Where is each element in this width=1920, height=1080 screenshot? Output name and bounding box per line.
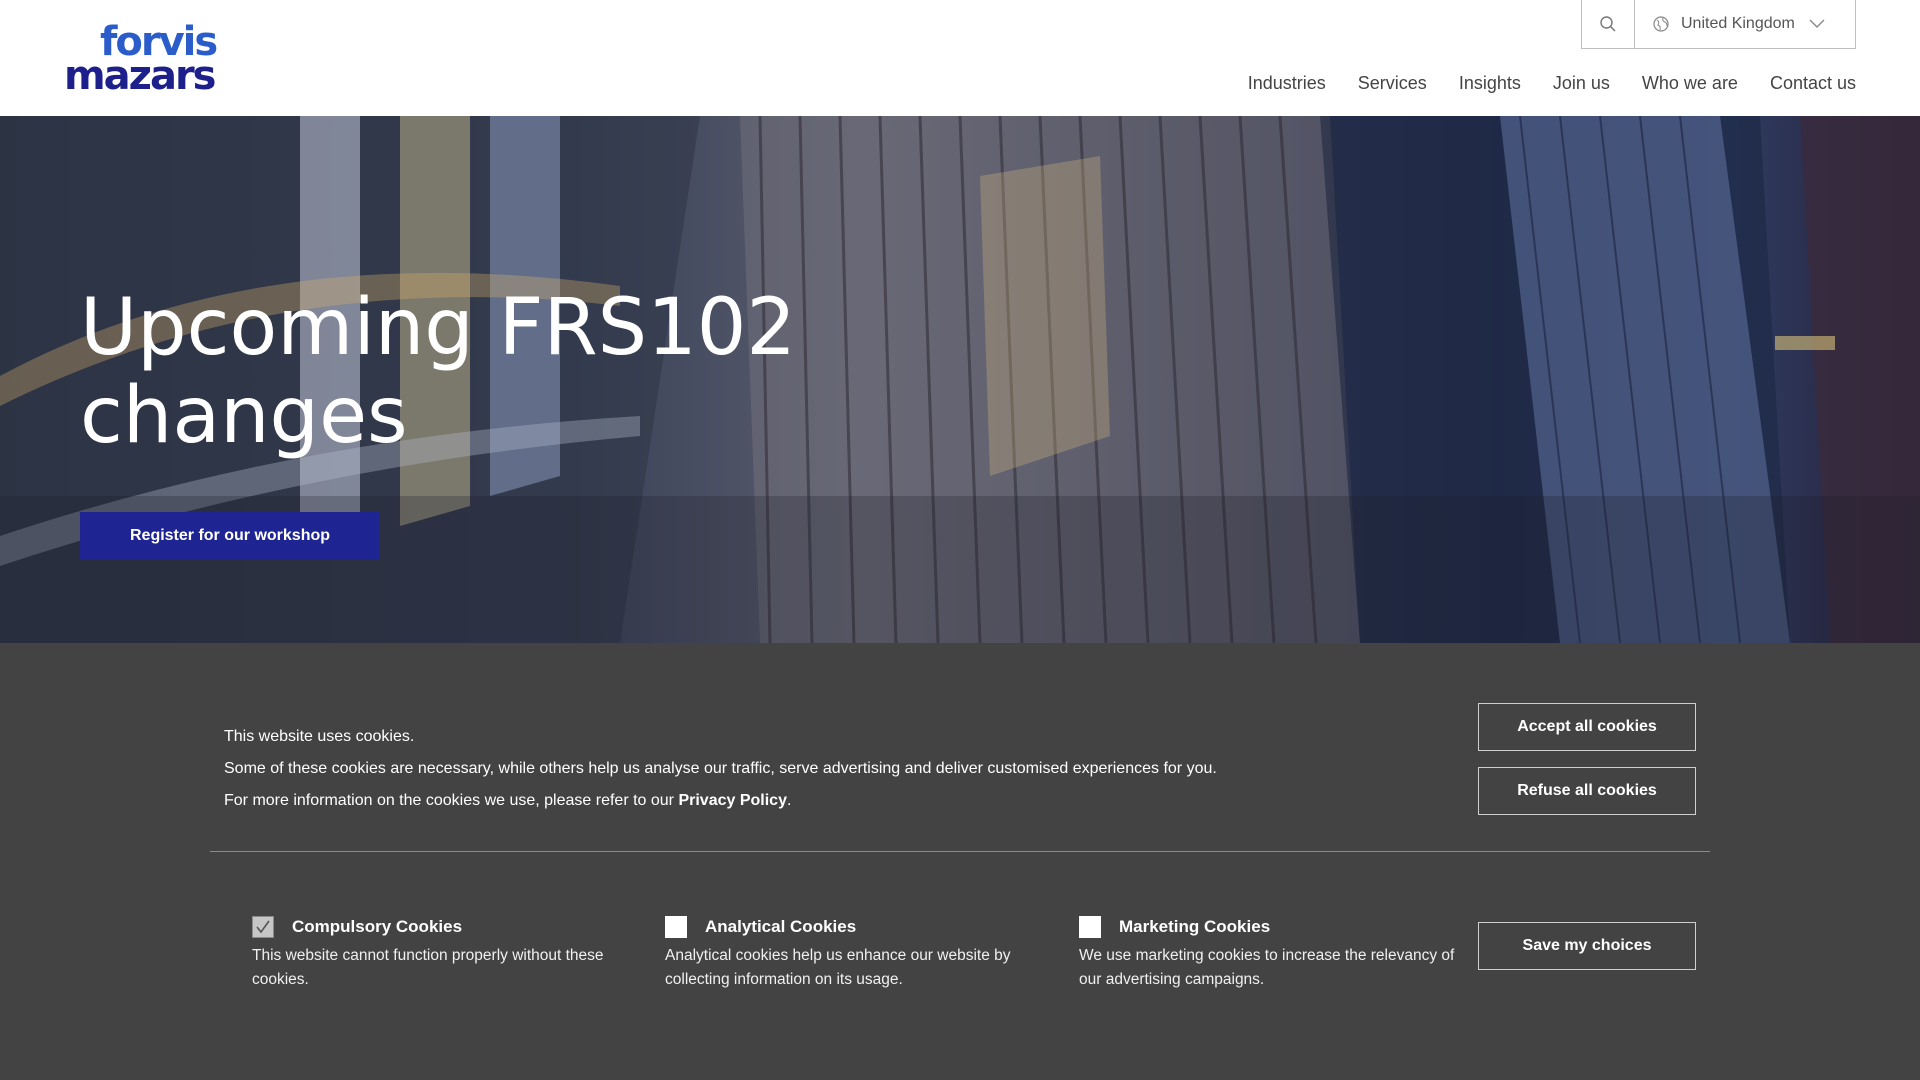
marketing-cookies-checkbox[interactable] (1079, 916, 1101, 938)
cookie-line-3-suffix: . (786, 792, 792, 809)
hero-title-line-2: changes (80, 371, 408, 461)
nav-item-insights[interactable]: Insights (1459, 73, 1521, 94)
hero-title: Upcoming FRS102 changes (80, 284, 840, 460)
analytical-cookies-title: Analytical Cookies (705, 917, 857, 936)
utility-bar: United Kingdom (1581, 0, 1856, 49)
refuse-all-cookies-button[interactable]: Refuse all cookies (1478, 767, 1696, 815)
cookie-line-1: This website uses cookies. (224, 728, 415, 745)
main-nav: Industries Services Insights Join us Who… (1248, 73, 1856, 94)
register-workshop-button[interactable]: Register for our workshop (80, 512, 380, 560)
accept-all-cookies-button[interactable]: Accept all cookies (1478, 703, 1696, 751)
compulsory-cookies-checkbox[interactable] (252, 916, 274, 938)
marketing-cookies-description: We use marketing cookies to increase the… (1079, 947, 1455, 988)
analytical-cookies-description: Analytical cookies help us enhance our w… (665, 947, 1011, 988)
checkmark-icon (256, 920, 270, 934)
nav-item-industries[interactable]: Industries (1248, 73, 1326, 94)
site-header: forvis mazars United Kingdom Industries (0, 0, 1920, 116)
cookie-line-3: For more information on the cookies we u… (224, 785, 1217, 817)
analytical-cookies-checkbox[interactable] (665, 916, 687, 938)
forvis-mazars-logo[interactable]: forvis mazars (64, 22, 234, 99)
search-button[interactable] (1582, 0, 1635, 48)
nav-item-services[interactable]: Services (1358, 73, 1427, 94)
cookie-option-compulsory: Compulsory Cookies This website cannot f… (252, 916, 632, 992)
compulsory-cookies-title: Compulsory Cookies (292, 917, 463, 936)
cookie-line-3-prefix: For more information on the cookies we u… (224, 792, 679, 809)
cookie-divider (210, 851, 1710, 852)
nav-item-contact-us[interactable]: Contact us (1770, 73, 1856, 94)
cookie-message: This website uses cookies. Some of these… (224, 721, 1217, 817)
logo-line-2: mazars (64, 53, 216, 99)
globe-icon (1653, 16, 1669, 32)
privacy-policy-link[interactable]: Privacy Policy (678, 792, 787, 809)
search-icon (1600, 16, 1616, 32)
hero-title-line-1: Upcoming FRS102 (80, 283, 797, 373)
cookie-option-marketing: Marketing Cookies We use marketing cooki… (1079, 916, 1459, 992)
marketing-cookies-title: Marketing Cookies (1119, 917, 1271, 936)
country-selector[interactable]: United Kingdom (1635, 0, 1855, 48)
cookie-line-2: Some of these cookies are necessary, whi… (224, 760, 1217, 777)
save-my-choices-button[interactable]: Save my choices (1478, 922, 1696, 970)
cookie-option-analytical: Analytical Cookies Analytical cookies he… (665, 916, 1045, 992)
cookie-consent-panel: This website uses cookies. Some of these… (0, 643, 1920, 1080)
hero-banner: Upcoming FRS102 changes Register for our… (0, 116, 1920, 643)
compulsory-cookies-description: This website cannot function properly wi… (252, 947, 604, 988)
country-label: United Kingdom (1681, 15, 1795, 32)
chevron-down-icon (1809, 19, 1825, 29)
nav-item-who-we-are[interactable]: Who we are (1642, 73, 1738, 94)
nav-item-join-us[interactable]: Join us (1553, 73, 1610, 94)
